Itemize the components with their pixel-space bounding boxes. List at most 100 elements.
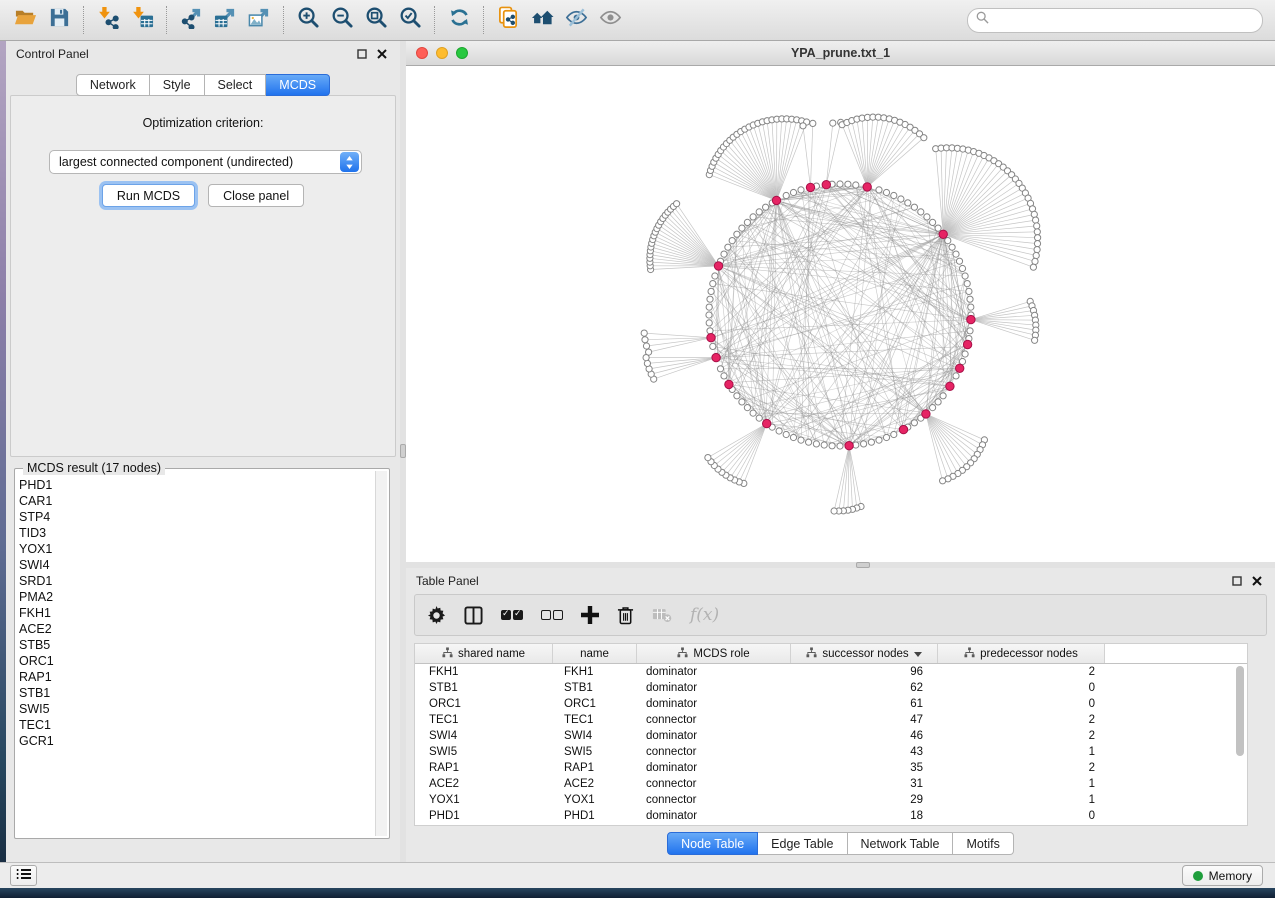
table-row[interactable]: ORC1ORC1dominator610: [415, 696, 1247, 712]
tab-node-table[interactable]: Node Table: [667, 832, 758, 855]
import-table-button[interactable]: [125, 4, 159, 36]
zoom-selected-button[interactable]: [393, 4, 427, 36]
table-row[interactable]: SWI4SWI4dominator462: [415, 728, 1247, 744]
zoom-in-button[interactable]: [291, 4, 325, 36]
cell-name: RAP1: [553, 762, 637, 774]
select-all-icon[interactable]: [501, 600, 523, 630]
hide-selected-button[interactable]: [559, 4, 593, 36]
cell-shared-name: SWI4: [415, 730, 553, 742]
task-list-button[interactable]: [10, 865, 37, 886]
open-session-button[interactable]: [8, 4, 42, 36]
tab-edge-table[interactable]: Edge Table: [758, 832, 847, 855]
status-bar: Memory: [0, 862, 1275, 888]
search-input[interactable]: [994, 13, 1254, 27]
clone-network-icon: [497, 6, 520, 34]
cell-successor-nodes: 43: [791, 746, 938, 758]
import-table-icon: [131, 6, 154, 34]
application-window: Control Panel NetworkStyleSelectMCDS Opt…: [0, 0, 1275, 898]
zoom-fit-button[interactable]: [359, 4, 393, 36]
show-all-button[interactable]: [593, 4, 627, 36]
delete-column-icon[interactable]: [617, 600, 634, 630]
cell-successor-nodes: 46: [791, 730, 938, 742]
clone-network-button[interactable]: [491, 4, 525, 36]
column-header-predecessor-nodes[interactable]: predecessor nodes: [938, 644, 1105, 663]
close-panel-icon[interactable]: [1249, 574, 1265, 588]
export-table-button[interactable]: [208, 4, 242, 36]
zoom-fit-icon: [365, 6, 388, 34]
function-fx-icon[interactable]: f(x): [690, 600, 719, 630]
tab-mcds[interactable]: MCDS: [266, 74, 330, 96]
tab-network-table[interactable]: Network Table: [848, 832, 954, 855]
cell-successor-nodes: 35: [791, 762, 938, 774]
close-panel-button[interactable]: Close panel: [208, 184, 304, 207]
cell-predecessor-nodes: 0: [938, 698, 1105, 710]
table-row[interactable]: RAP1RAP1dominator352: [415, 760, 1247, 776]
float-panel-icon[interactable]: [1229, 574, 1245, 588]
add-column-icon[interactable]: [581, 600, 599, 630]
network-view-body: [406, 66, 1275, 562]
homes-button[interactable]: [525, 4, 559, 36]
network-canvas[interactable]: [406, 66, 1275, 562]
cell-predecessor-nodes: 2: [938, 762, 1105, 774]
result-node: SWI5: [19, 701, 373, 717]
result-node: ACE2: [19, 621, 373, 637]
table-row[interactable]: STB1STB1dominator620: [415, 680, 1247, 696]
cell-name: ORC1: [553, 698, 637, 710]
cell-successor-nodes: 61: [791, 698, 938, 710]
refresh-button[interactable]: [442, 4, 476, 36]
cell-MCDS-role: dominator: [637, 810, 791, 822]
close-panel-icon[interactable]: [374, 47, 390, 61]
criterion-dropdown[interactable]: largest connected component (undirected): [49, 150, 362, 174]
table-row[interactable]: FKH1FKH1dominator962: [415, 664, 1247, 680]
tab-style[interactable]: Style: [150, 74, 205, 96]
deselect-all-icon[interactable]: [541, 600, 563, 630]
float-panel-icon[interactable]: [354, 47, 370, 61]
table-row[interactable]: PHD1PHD1dominator180: [415, 808, 1247, 824]
cell-name: STB1: [553, 682, 637, 694]
result-node: SWI4: [19, 557, 373, 573]
zoom-out-button[interactable]: [325, 4, 359, 36]
column-header-shared-name[interactable]: shared name: [415, 644, 553, 663]
cell-shared-name: RAP1: [415, 762, 553, 774]
table-row[interactable]: ACE2ACE2connector311: [415, 776, 1247, 792]
cell-predecessor-nodes: 1: [938, 778, 1105, 790]
criterion-dropdown-value: largest connected component (undirected): [50, 155, 340, 169]
table-panel: Table Panel f(x) shared namenameMCDS rol…: [406, 568, 1275, 862]
scrollbar-thumb[interactable]: [1236, 666, 1244, 756]
export-image-button[interactable]: [242, 4, 276, 36]
cell-predecessor-nodes: 2: [938, 730, 1105, 742]
cell-successor-nodes: 96: [791, 666, 938, 678]
table-scrollbar[interactable]: [1234, 666, 1246, 823]
dropdown-stepper-icon: [340, 152, 359, 172]
memory-button[interactable]: Memory: [1182, 865, 1263, 886]
tab-motifs[interactable]: Motifs: [953, 832, 1013, 855]
table-row[interactable]: SWI5SWI5connector431: [415, 744, 1247, 760]
cell-successor-nodes: 62: [791, 682, 938, 694]
delete-table-icon[interactable]: [652, 600, 672, 630]
sitemap-icon: [806, 647, 817, 661]
import-network-button[interactable]: [91, 4, 125, 36]
column-header-successor-nodes[interactable]: successor nodes: [791, 644, 938, 663]
result-node: PMA2: [19, 589, 373, 605]
run-mcds-button[interactable]: Run MCDS: [102, 184, 195, 207]
result-node: RAP1: [19, 669, 373, 685]
save-session-button[interactable]: [42, 4, 76, 36]
result-node: ORC1: [19, 653, 373, 669]
cell-shared-name: ACE2: [415, 778, 553, 790]
column-header-name[interactable]: name: [553, 644, 637, 663]
gear-icon[interactable]: [427, 600, 446, 630]
table-panel-title: Table Panel: [416, 574, 479, 588]
table-row[interactable]: TEC1TEC1connector472: [415, 712, 1247, 728]
tab-select[interactable]: Select: [205, 74, 267, 96]
cell-successor-nodes: 18: [791, 810, 938, 822]
export-network-button[interactable]: [174, 4, 208, 36]
columns-icon[interactable]: [464, 600, 483, 630]
result-node: STP4: [19, 509, 373, 525]
tab-network[interactable]: Network: [76, 74, 150, 96]
result-node: TEC1: [19, 717, 373, 733]
result-scrollbar[interactable]: [375, 471, 387, 836]
sort-chevron-icon[interactable]: [914, 648, 922, 660]
control-panel-title: Control Panel: [16, 47, 89, 61]
column-header-MCDS-role[interactable]: MCDS role: [637, 644, 791, 663]
table-row[interactable]: YOX1YOX1connector291: [415, 792, 1247, 808]
